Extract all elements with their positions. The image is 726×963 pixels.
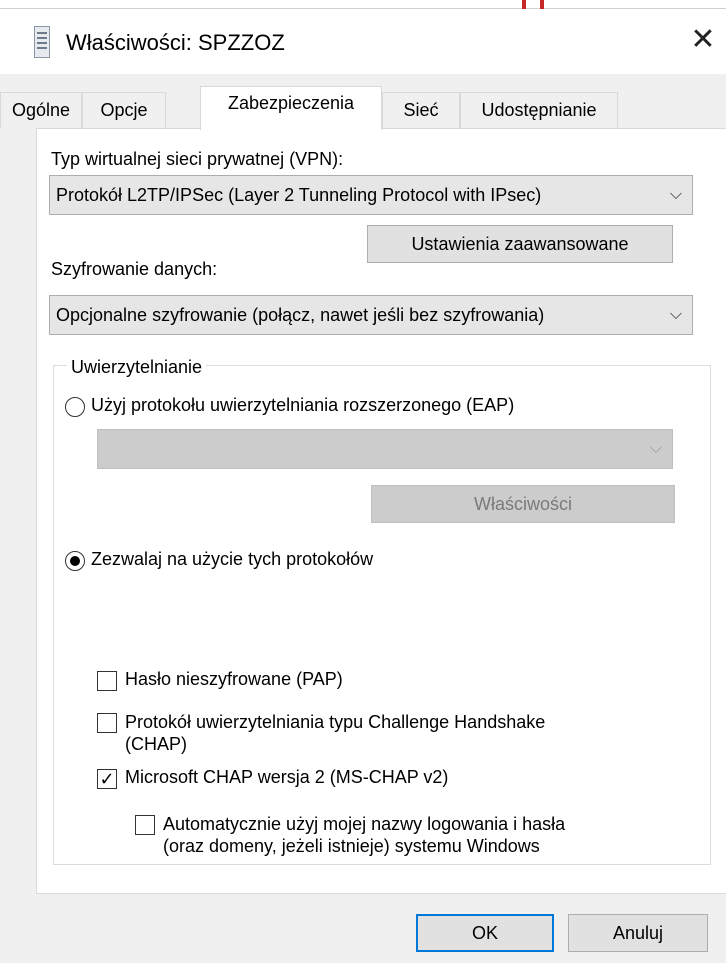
ok-button[interactable]: OK <box>416 914 554 952</box>
background-window-strip <box>0 0 726 12</box>
tab-label: Ogólne <box>11 100 71 120</box>
tab-zabezpieczenia[interactable]: Zabezpieczenia <box>200 86 382 130</box>
checkmark-icon: ✓ <box>99 769 115 789</box>
eap-properties-label: Właściwości <box>473 494 572 514</box>
auto-login-label-line2: (oraz domeny, jeżeli istnieje) systemu W… <box>163 836 540 856</box>
close-icon: ✕ <box>690 23 716 56</box>
eap-method-select[interactable]: ⌵ <box>97 429 673 469</box>
advanced-settings-button[interactable]: Ustawienia zaawansowane <box>367 225 673 263</box>
vpn-type-select[interactable]: Protokół L2TP/IPSec (Layer 2 Tunneling P… <box>49 175 693 215</box>
pap-checkbox[interactable] <box>97 671 117 691</box>
authentication-group-label: Uwierzytelnianie <box>67 357 207 378</box>
tab-label: Udostępnianie <box>481 100 597 120</box>
chevron-down-icon: ⌵ <box>669 306 683 323</box>
radio-selected-dot <box>70 556 80 566</box>
vpn-type-value: Protokół L2TP/IPSec (Layer 2 Tunneling P… <box>56 185 542 205</box>
encryption-select[interactable]: Opcjonalne szyfrowanie (połącz, nawet je… <box>49 295 693 335</box>
allow-protocols-label[interactable]: Zezwalaj na użycie tych protokołów <box>91 549 373 570</box>
auto-login-checkbox[interactable] <box>135 815 155 835</box>
tab-siec[interactable]: Sieć <box>382 92 460 128</box>
tab-opcje[interactable]: Opcje <box>82 92 166 128</box>
advanced-settings-label: Ustawienia zaawansowane <box>411 234 629 254</box>
auto-login-label[interactable]: Automatycznie użyj mojej nazwy logowania… <box>163 813 565 857</box>
tab-label: Opcje <box>100 100 148 120</box>
tab-udostepnianie[interactable]: Udostępnianie <box>460 92 618 128</box>
chap-label-line1: Protokół uwierzytelniania typu Challenge… <box>125 712 546 732</box>
chevron-down-icon: ⌵ <box>649 440 663 457</box>
window-title: Właściwości: SPZZOZ <box>66 30 285 55</box>
eap-radio-label[interactable]: Użyj protokołu uwierzytelniania rozszerz… <box>91 395 514 416</box>
tab-ogolne[interactable]: Ogólne <box>0 92 82 128</box>
close-button[interactable]: ✕ <box>688 24 718 56</box>
chap-label-line2: (CHAP) <box>125 734 187 754</box>
chap-label[interactable]: Protokół uwierzytelniania typu Challenge… <box>125 711 545 755</box>
vpn-type-label: Typ wirtualnej sieci prywatnej (VPN): <box>51 149 344 169</box>
tab-label: Sieć <box>403 100 439 120</box>
ok-label: OK <box>471 923 498 943</box>
pap-label[interactable]: Hasło nieszyfrowane (PAP) <box>125 669 343 690</box>
eap-radio[interactable] <box>65 397 85 417</box>
encryption-label: Szyfrowanie danych: <box>51 259 218 279</box>
background-divider <box>0 8 726 9</box>
security-tab-panel: Typ wirtualnej sieci prywatnej (VPN): Pr… <box>36 128 726 894</box>
mschapv2-label[interactable]: Microsoft CHAP wersja 2 (MS-CHAP v2) <box>125 767 448 788</box>
encryption-value: Opcjonalne szyfrowanie (połącz, nawet je… <box>56 305 545 325</box>
mschapv2-checkbox[interactable]: ✓ <box>97 769 117 789</box>
auto-login-label-line1: Automatycznie użyj mojej nazwy logowania… <box>163 814 566 834</box>
cancel-button[interactable]: Anuluj <box>568 914 708 952</box>
background-red-mark <box>522 0 544 9</box>
network-connection-icon <box>34 26 50 58</box>
allow-protocols-radio[interactable] <box>65 551 85 571</box>
title-bar: Właściwości: SPZZOZ ✕ <box>0 12 726 74</box>
tab-label: Zabezpieczenia <box>227 93 355 113</box>
eap-properties-button[interactable]: Właściwości <box>371 485 675 523</box>
chap-checkbox[interactable] <box>97 713 117 733</box>
chevron-down-icon: ⌵ <box>669 186 683 203</box>
cancel-label: Anuluj <box>612 923 664 943</box>
